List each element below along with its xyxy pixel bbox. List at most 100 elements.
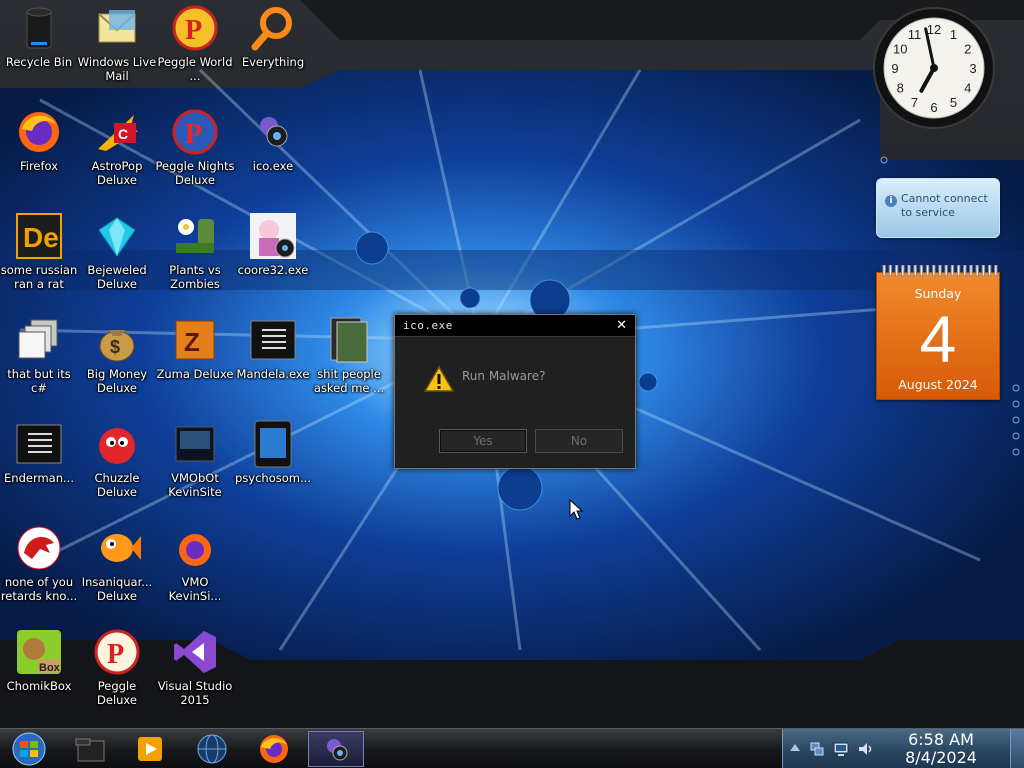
visual-studio-icon: [171, 628, 219, 676]
desktop-icon-mandela[interactable]: Mandela.exe: [234, 316, 312, 416]
calendar-rings: [882, 265, 998, 277]
desktop-icon-peggle-world[interactable]: P Peggle World ...: [156, 4, 234, 104]
desktop-icon-astropop[interactable]: C AstroPop Deluxe: [78, 108, 156, 208]
network-icon[interactable]: [809, 741, 825, 757]
desktop-icon-firefox[interactable]: Firefox: [0, 108, 78, 208]
start-button[interactable]: [4, 731, 54, 767]
desktop-icon-none-of-you[interactable]: none of you retards kno...: [0, 524, 78, 624]
desktop-icon-label: Visual Studio 2015: [157, 679, 233, 707]
clock-gadget[interactable]: 1 2 3 4 5 6 7 8 9 10 11 12: [872, 6, 996, 130]
recycle-bin-icon: [15, 4, 63, 52]
svg-text:P: P: [185, 119, 202, 150]
desktop-icon-peggle-deluxe[interactable]: P Peggle Deluxe: [78, 628, 156, 728]
tray-time[interactable]: 6:58 AM: [891, 731, 991, 749]
money-bag-icon: $: [93, 316, 141, 364]
red-dragon-icon: [15, 524, 63, 572]
svg-text:Box: Box: [39, 662, 61, 674]
calendar-ring: [901, 265, 905, 277]
desktop-icon-chomikbox[interactable]: Box ChomikBox: [0, 628, 78, 728]
desktop-icon-everything[interactable]: Everything: [234, 4, 312, 104]
calendar-ring: [987, 265, 992, 277]
desktop-icon-label: Everything: [241, 55, 305, 69]
desktop-icon-insaniquarium[interactable]: Insaniquar... Deluxe: [78, 524, 156, 624]
desktop-icon-big-money[interactable]: $ Big Money Deluxe: [78, 316, 156, 416]
svg-text:De: De: [23, 222, 59, 253]
calendar-ring: [963, 265, 967, 277]
calendar-ring: [882, 265, 886, 277]
taskbar-media-player[interactable]: [122, 731, 178, 767]
media-player-icon: [138, 737, 162, 761]
zuma-icon: Z: [171, 316, 219, 364]
show-hidden-icons-arrow-icon[interactable]: [789, 741, 801, 755]
volume-icon[interactable]: [857, 741, 873, 757]
taskbar-ico-exe[interactable]: [308, 731, 364, 767]
desktop-icon-coore32[interactable]: coore32.exe: [234, 212, 312, 312]
dialog-titlebar[interactable]: ico.exe ✕: [395, 315, 635, 337]
taskbar-explorer[interactable]: [62, 731, 118, 767]
anime-image-icon: [249, 212, 297, 260]
desktop-icon-shit-people[interactable]: shit people asked me ...: [310, 316, 388, 416]
mail-icon: [93, 4, 141, 52]
calendar-ring: [950, 265, 955, 277]
clock-number: 1: [950, 27, 957, 42]
taskbar-firefox[interactable]: [246, 731, 302, 767]
text-document-icon: [15, 420, 63, 468]
warning-icon: [423, 365, 455, 392]
run-malware-dialog[interactable]: ico.exe ✕ Run Malware? Yes No: [394, 314, 636, 469]
desktop-icon-vmo[interactable]: VMO KevinSi...: [156, 524, 234, 624]
de-app-icon: De: [15, 212, 63, 260]
calendar-gadget[interactable]: Sunday 4 August 2024: [876, 265, 1000, 400]
tray-date[interactable]: 8/4/2024: [891, 749, 991, 767]
desktop-icon-chuzzle[interactable]: Chuzzle Deluxe: [78, 420, 156, 520]
desktop-icon-bejeweled[interactable]: Bejeweled Deluxe: [78, 212, 156, 312]
desktop-icon-ico-exe[interactable]: ico.exe: [234, 108, 312, 208]
svg-text:C: C: [118, 126, 128, 142]
taskbar-internet[interactable]: [184, 731, 240, 767]
desktop-icon-enderman[interactable]: Enderman...: [0, 420, 78, 520]
desktop-icon-plants-vs-zombies[interactable]: Plants vs Zombies: [156, 212, 234, 312]
calendar-ring: [956, 265, 961, 277]
desktop-icon-recycle-bin[interactable]: Recycle Bin: [0, 4, 78, 104]
clock-number: 12: [927, 22, 941, 37]
weather-gadget[interactable]: i Cannot connect to service: [876, 178, 1000, 238]
weather-error-text: Cannot connect to service: [901, 192, 988, 219]
svg-text:$: $: [110, 337, 120, 357]
desktop-icon-label: Zuma Deluxe: [156, 367, 234, 381]
desktop-icon-label: Peggle Nights Deluxe: [155, 159, 235, 187]
desktop-icon-peggle-nights[interactable]: P Peggle Nights Deluxe: [155, 108, 235, 208]
mouse-cursor-icon: [569, 499, 584, 520]
firefox-icon: [260, 735, 288, 763]
desktop-icon-visual-studio[interactable]: Visual Studio 2015: [156, 628, 234, 728]
firefox-icon: [15, 108, 63, 156]
info-icon: i: [885, 195, 897, 207]
ico-exe-icon: [249, 108, 297, 156]
monitor-icon[interactable]: [833, 741, 849, 757]
calendar-ring: [919, 265, 924, 277]
close-icon[interactable]: ✕: [616, 318, 627, 333]
clock-number: 7: [911, 95, 918, 110]
desktop-icon-zuma[interactable]: Z Zuma Deluxe: [156, 316, 234, 416]
desktop-icon-label: Recycle Bin: [5, 55, 73, 69]
folder-icon: [75, 738, 105, 762]
desktop-icon-label: Insaniquar... Deluxe: [81, 575, 153, 603]
clock-number: 9: [891, 61, 898, 76]
yes-button[interactable]: Yes: [439, 429, 527, 453]
desktop-icon-label: ChomikBox: [6, 679, 72, 693]
desktop-icon-windows-live-mail[interactable]: Windows Live Mail: [78, 4, 156, 104]
taskbar: 6:58 AM 8/4/2024: [0, 728, 1024, 768]
dialog-title: ico.exe: [403, 319, 453, 332]
svg-text:P: P: [185, 15, 202, 46]
desktop-icon-some-russian[interactable]: De some russian ran a rat: [0, 212, 78, 312]
desktop-icon-psychosom[interactable]: psychosom...: [234, 420, 312, 520]
calendar-ring: [994, 265, 998, 277]
desktop-icon-label: none of you retards kno...: [0, 575, 78, 603]
desktop-icon-label: shit people asked me ...: [313, 367, 385, 395]
desktop-icon-label: VMO KevinSi...: [168, 575, 222, 603]
desktop-icon-vm0b0t[interactable]: VMObOt KevinSite: [156, 420, 234, 520]
show-desktop-button[interactable]: [1010, 729, 1024, 768]
dialog-body: Run Malware? Yes No: [395, 337, 635, 467]
calendar-ring: [907, 265, 911, 277]
no-button[interactable]: No: [535, 429, 623, 453]
desktop-icon-label: Peggle Deluxe: [97, 679, 137, 707]
desktop-icon-that-but-its[interactable]: that but its c#: [0, 316, 78, 416]
